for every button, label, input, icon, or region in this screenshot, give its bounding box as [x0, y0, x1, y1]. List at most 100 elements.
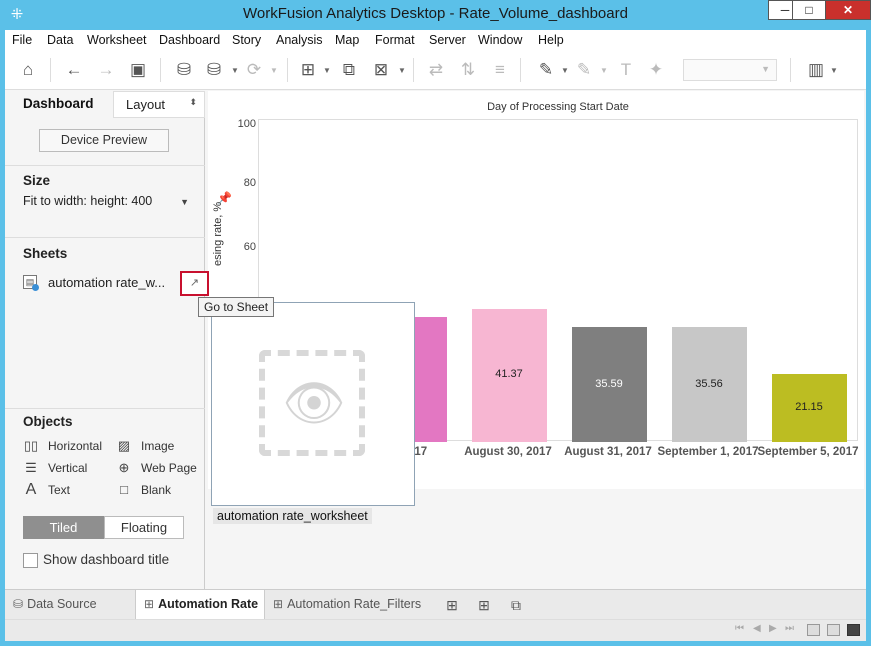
highlight-icon[interactable]: ✎	[535, 59, 557, 81]
toolbar-separator	[520, 58, 521, 82]
object-web-page[interactable]: Web Page	[141, 461, 197, 475]
menu-window[interactable]: Window	[478, 33, 522, 47]
sort-descending-icon[interactable]: ≡	[489, 59, 511, 81]
missing-sheet-placeholder[interactable]: 👁	[211, 302, 415, 506]
tab-automation-rate-filters-label: Automation Rate_Filters	[287, 597, 422, 611]
object-blank[interactable]: Blank	[141, 483, 171, 497]
swap-axes-icon[interactable]: ⇄	[425, 59, 447, 81]
database-icon: ⛁	[13, 597, 24, 611]
tab-layout[interactable]: Layout ⬍	[113, 91, 205, 118]
home-icon[interactable]: ⌂	[17, 59, 39, 81]
menu-data[interactable]: Data	[47, 33, 73, 47]
chevron-down-icon[interactable]: ▼	[270, 66, 278, 75]
forward-icon[interactable]: →	[95, 59, 117, 81]
duplicate-sheet-icon[interactable]: ⧉	[338, 59, 360, 81]
title-bar: ⁜ WorkFusion Analytics Desktop - Rate_Vo…	[0, 0, 871, 30]
close-button[interactable]: ✕	[825, 0, 871, 20]
new-worksheet-tab-icon[interactable]: ⊞	[441, 594, 463, 616]
x-tick-label: September 1, 2017	[657, 446, 759, 458]
new-story-tab-icon[interactable]: ⧉	[505, 594, 527, 616]
client-area: File Data Worksheet Dashboard Story Anal…	[5, 30, 866, 641]
next-sheet-icon[interactable]: ▶	[769, 623, 777, 634]
first-sheet-icon[interactable]: ⏮	[735, 623, 744, 634]
chevron-down-icon[interactable]: ▼	[323, 66, 331, 75]
sheet-tab-bar: ⛁ Data Source ⊞ Automation Rate ⊞ Automatio…	[5, 589, 866, 620]
placeholder-caption: automation rate_worksheet	[213, 508, 372, 524]
tab-automation-rate-filters[interactable]: ⊞ Automation Rate_Filters	[265, 590, 437, 620]
menu-map[interactable]: Map	[335, 33, 359, 47]
pin-icon[interactable]: ✦	[645, 59, 667, 81]
refresh-icon[interactable]: ⟳	[243, 59, 265, 81]
object-horizontal[interactable]: Horizontal	[48, 439, 102, 453]
divider	[5, 237, 205, 238]
tab-view-icon[interactable]	[847, 624, 860, 636]
y-tick-label: 60	[243, 241, 256, 253]
menu-worksheet[interactable]: Worksheet	[87, 33, 147, 47]
toolbar-separator	[790, 58, 791, 82]
tab-automation-rate-label: Automation Rate	[158, 597, 259, 611]
tiled-button[interactable]: Tiled	[23, 516, 104, 539]
clear-sheet-icon[interactable]: ⊠	[370, 59, 392, 81]
text-icon: A	[25, 481, 37, 498]
bar-value-label: 35.59	[595, 377, 623, 390]
tab-data-source-label: Data Source	[27, 597, 97, 611]
floating-button[interactable]: Floating	[104, 516, 184, 539]
object-vertical[interactable]: Vertical	[48, 461, 87, 475]
go-to-sheet-tooltip: Go to Sheet	[198, 297, 275, 317]
last-sheet-icon[interactable]: ⏭	[785, 623, 794, 634]
blank-icon: □	[120, 482, 128, 497]
chevron-down-icon[interactable]: ▼	[561, 66, 569, 75]
chevron-down-icon[interactable]: ▼	[830, 66, 838, 75]
back-icon[interactable]: ←	[63, 59, 85, 81]
hidden-eye-icon: 👁	[282, 375, 346, 431]
go-to-sheet-button[interactable]: ↗	[180, 271, 209, 296]
attach-icon[interactable]: ✎	[573, 59, 595, 81]
tab-automation-rate[interactable]: ⊞ Automation Rate	[135, 590, 265, 620]
menu-format[interactable]: Format	[375, 33, 415, 47]
image-icon: ▨	[117, 438, 131, 453]
toolbar-separator	[287, 58, 288, 82]
save-icon[interactable]: ▣	[127, 59, 149, 81]
horizontal-container-icon: ▯▯	[23, 438, 39, 453]
show-me-icon[interactable]: ▥	[805, 59, 827, 81]
show-title-checkbox[interactable]	[23, 553, 38, 568]
chevron-down-icon[interactable]: ▼	[231, 66, 239, 75]
sort-ascending-icon[interactable]: ⇅	[457, 59, 479, 81]
tab-layout-label: Layout	[126, 97, 166, 112]
toolbar-separator	[50, 58, 51, 82]
sheets-heading: Sheets	[23, 246, 68, 261]
y-axis-label: esing rate, %	[212, 201, 224, 266]
object-text[interactable]: Text	[48, 483, 70, 497]
size-select[interactable]: Fit to width: height: 400 ▼	[23, 194, 191, 214]
globe-icon: ⊕	[118, 460, 130, 475]
fit-select[interactable]: ▼	[683, 59, 777, 81]
grid-view-icon[interactable]	[827, 624, 840, 636]
menu-server[interactable]: Server	[429, 33, 466, 47]
objects-heading: Objects	[23, 414, 73, 429]
sheet-list-item[interactable]: ▤ automation rate_w...	[23, 273, 203, 293]
filmstrip-view-icon[interactable]	[807, 624, 820, 636]
new-dashboard-tab-icon[interactable]: ⊞	[473, 594, 495, 616]
tab-data-source[interactable]: ⛁ Data Source	[5, 590, 135, 620]
prev-sheet-icon[interactable]: ◀	[753, 623, 761, 634]
menu-story[interactable]: Story	[232, 33, 261, 47]
tab-dashboard[interactable]: Dashboard	[5, 91, 113, 118]
object-image[interactable]: Image	[141, 439, 174, 453]
device-preview-button[interactable]: Device Preview	[39, 129, 169, 152]
menu-dashboard[interactable]: Dashboard	[159, 33, 220, 47]
menu-file[interactable]: File	[12, 33, 32, 47]
in-use-check-icon	[32, 284, 39, 291]
label-text-icon[interactable]: T	[615, 59, 637, 81]
chevron-down-icon: ▼	[761, 64, 770, 74]
chevron-down-icon[interactable]: ▼	[398, 66, 406, 75]
app-window: ⁜ WorkFusion Analytics Desktop - Rate_Vo…	[0, 0, 871, 646]
new-datasource-icon[interactable]: ⛁	[173, 59, 195, 81]
pause-updates-icon[interactable]: ⛁	[203, 59, 225, 81]
new-worksheet-icon[interactable]: ⊞	[297, 59, 319, 81]
chart-title: Day of Processing Start Date	[487, 101, 629, 113]
chevron-down-icon[interactable]: ▼	[600, 66, 608, 75]
menu-help[interactable]: Help	[538, 33, 564, 47]
chevron-down-icon: ▼	[180, 197, 189, 207]
maximize-button[interactable]: □	[792, 0, 826, 20]
menu-analysis[interactable]: Analysis	[276, 33, 323, 47]
